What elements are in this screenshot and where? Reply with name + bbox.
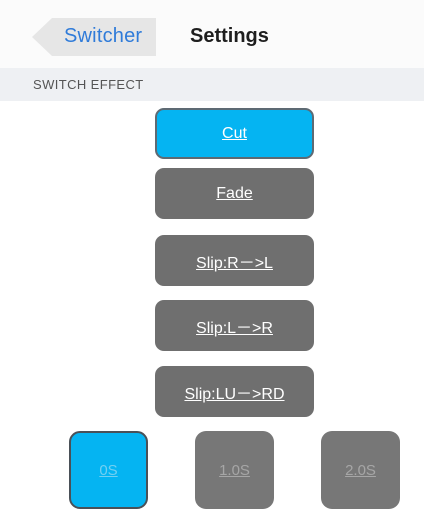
duration-2s-button[interactable]: 2.0S xyxy=(321,431,400,509)
effect-fade-button[interactable]: Fade xyxy=(155,168,314,219)
page-title: Settings xyxy=(190,25,269,47)
back-button-label: Switcher xyxy=(64,25,143,47)
settings-screen: Switcher Settings SWITCH EFFECT Cut Fade… xyxy=(0,0,424,513)
back-button[interactable]: Switcher xyxy=(30,16,158,58)
effect-slip-lu-to-rd-button[interactable]: Slip:LU－>RD xyxy=(155,366,314,417)
effect-slip-r-to-l-button[interactable]: Slip:R－>L xyxy=(155,235,314,286)
effect-cut-button[interactable]: Cut xyxy=(155,108,314,159)
effect-slip-l-to-r-button[interactable]: Slip:L－>R xyxy=(155,300,314,351)
navigation-bar: Switcher Settings xyxy=(0,0,424,68)
duration-1s-button[interactable]: 1.0S xyxy=(195,431,274,509)
section-header: SWITCH EFFECT xyxy=(0,68,424,101)
section-title: SWITCH EFFECT xyxy=(33,77,144,92)
duration-0s-button[interactable]: 0S xyxy=(69,431,148,509)
